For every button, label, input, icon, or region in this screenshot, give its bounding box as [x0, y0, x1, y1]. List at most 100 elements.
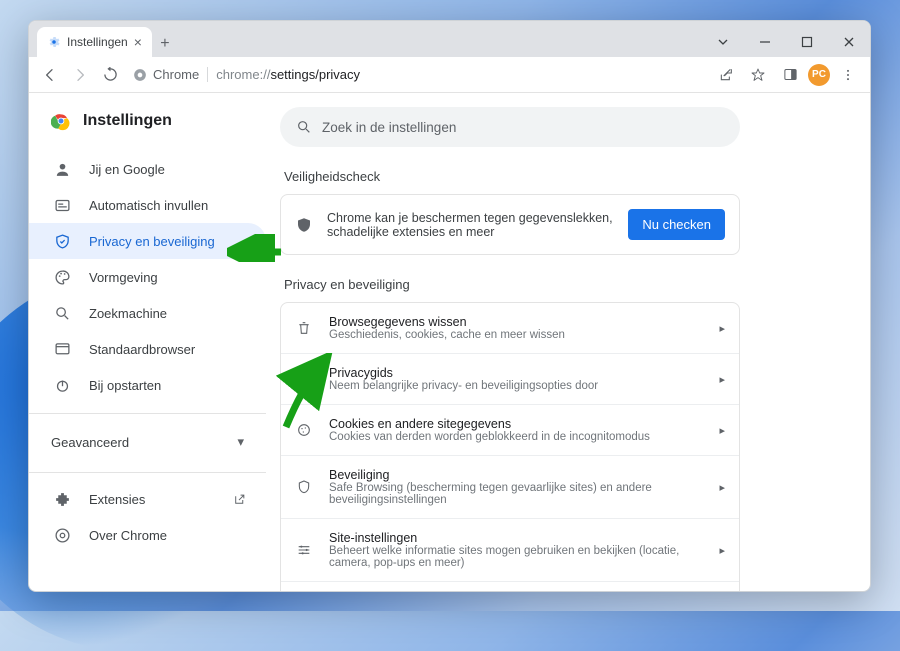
sidebar-item-label: Extensies: [89, 492, 145, 507]
sidebar-item-autofill[interactable]: Automatisch invullen: [29, 187, 266, 223]
profile-avatar[interactable]: PC: [808, 64, 830, 86]
power-icon: [53, 376, 71, 394]
sidebar-item-label: Zoekmachine: [89, 306, 167, 321]
sidebar-item-you-and-google[interactable]: Jij en Google: [29, 151, 266, 187]
settings-brand-title: Instellingen: [83, 112, 172, 130]
reload-button[interactable]: [97, 62, 123, 88]
chrome-logo-icon: [51, 111, 71, 131]
divider: [29, 472, 266, 473]
section-title-safety: Veiligheidscheck: [284, 169, 848, 184]
bookmark-icon[interactable]: [744, 61, 772, 89]
row-title: Browsegegevens wissen: [329, 315, 565, 329]
sliders-icon: [295, 541, 313, 559]
chrome-outline-icon: [53, 526, 71, 544]
side-panel-icon[interactable]: [776, 61, 804, 89]
sidebar-advanced[interactable]: Geavanceerd ▾: [29, 422, 266, 462]
chevron-down-icon: ▾: [237, 434, 244, 450]
chevron-right-icon: ▸: [719, 481, 725, 494]
close-icon[interactable]: ×: [134, 35, 142, 49]
sidebar-item-privacy[interactable]: Privacy en beveiliging: [29, 223, 266, 259]
sidebar-item-extensions[interactable]: Extensies: [29, 481, 266, 517]
cookie-icon: [295, 421, 313, 439]
privacy-card: Browsegegevens wissenGeschiedenis, cooki…: [280, 302, 740, 591]
minimize-icon[interactable]: [744, 27, 786, 57]
settings-search[interactable]: Zoek in de instellingen: [280, 107, 740, 147]
row-title: Site-instellingen: [329, 531, 703, 545]
check-now-button[interactable]: Nu checken: [628, 209, 725, 240]
palette-icon: [53, 268, 71, 286]
forward-button[interactable]: [67, 62, 93, 88]
settings-body: Instellingen Jij en Google Automatisch i…: [29, 93, 870, 591]
chevron-right-icon: ▸: [719, 424, 725, 437]
row-subtitle: Cookies van derden worden geblokkeerd in…: [329, 431, 650, 443]
autofill-icon: [53, 196, 71, 214]
settings-sidebar: Instellingen Jij en Google Automatisch i…: [29, 93, 266, 591]
person-icon: [53, 160, 71, 178]
shield-icon: [53, 232, 71, 250]
back-button[interactable]: [37, 62, 63, 88]
sidebar-item-label: Bij opstarten: [89, 378, 161, 393]
chrome-icon: [133, 68, 147, 82]
chevron-right-icon: ▸: [719, 322, 725, 335]
toolbar: Chrome chrome://settings/privacy PC: [29, 57, 870, 93]
omnibox-scheme: Chrome: [153, 67, 199, 82]
sidebar-item-label: Vormgeving: [89, 270, 158, 285]
kebab-menu-icon[interactable]: [834, 61, 862, 89]
new-tab-button[interactable]: +: [152, 31, 178, 57]
sidebar-item-search-engine[interactable]: Zoekmachine: [29, 295, 266, 331]
search-icon: [296, 119, 312, 135]
safety-check-card: Chrome kan je beschermen tegen gegevensl…: [280, 194, 740, 255]
chevron-right-icon: ▸: [719, 373, 725, 386]
row-subtitle: Beheert welke informatie sites mogen geb…: [329, 545, 703, 569]
share-icon[interactable]: [712, 61, 740, 89]
row-title: Beveiliging: [329, 468, 703, 482]
gear-icon: [47, 35, 61, 49]
maximize-icon[interactable]: [786, 27, 828, 57]
row-security[interactable]: BeveiligingSafe Browsing (bescherming te…: [281, 455, 739, 518]
row-subtitle: Neem belangrijke privacy- en beveiliging…: [329, 380, 598, 392]
row-title: Privacygids: [329, 366, 598, 380]
browser-tab[interactable]: Instellingen ×: [37, 27, 152, 57]
tab-title: Instellingen: [67, 35, 128, 49]
section-title-privacy: Privacy en beveiliging: [284, 277, 848, 292]
sidebar-advanced-label: Geavanceerd: [51, 435, 129, 450]
window-controls: [702, 27, 870, 57]
security-icon: [295, 478, 313, 496]
row-subtitle: Geschiedenis, cookies, cache en meer wis…: [329, 329, 565, 341]
sidebar-item-default-browser[interactable]: Standaardbrowser: [29, 331, 266, 367]
search-placeholder: Zoek in de instellingen: [322, 120, 456, 135]
row-clear-browsing-data[interactable]: Browsegegevens wissenGeschiedenis, cooki…: [281, 303, 739, 353]
divider: [29, 413, 266, 414]
row-subtitle: Safe Browsing (bescherming tegen gevaarl…: [329, 482, 703, 506]
compass-icon: [295, 370, 313, 388]
tab-strip: Instellingen × +: [29, 21, 870, 57]
sidebar-item-about-chrome[interactable]: Over Chrome: [29, 517, 266, 553]
sidebar-item-on-startup[interactable]: Bij opstarten: [29, 367, 266, 403]
safety-check-text: Chrome kan je beschermen tegen gegevensl…: [327, 211, 614, 239]
settings-main: Zoek in de instellingen Veiligheidscheck…: [266, 93, 870, 591]
sidebar-item-label: Standaardbrowser: [89, 342, 195, 357]
row-privacy-sandbox[interactable]: Privacy SandboxProeffuncties staan aan: [281, 581, 739, 591]
sidebar-item-appearance[interactable]: Vormgeving: [29, 259, 266, 295]
row-site-settings[interactable]: Site-instellingenBeheert welke informati…: [281, 518, 739, 581]
browser-window: Instellingen × + Chrome chrome://setting…: [28, 20, 871, 592]
shield-icon: [295, 216, 313, 234]
row-cookies[interactable]: Cookies en andere sitegegevensCookies va…: [281, 404, 739, 455]
search-icon: [53, 304, 71, 322]
window-caret-icon[interactable]: [702, 27, 744, 57]
omnibox[interactable]: Chrome chrome://settings/privacy: [127, 67, 360, 82]
extension-icon: [53, 490, 71, 508]
button-label: Nu checken: [642, 217, 711, 232]
sidebar-item-label: Over Chrome: [89, 528, 167, 543]
sidebar-item-label: Automatisch invullen: [89, 198, 208, 213]
close-window-icon[interactable]: [828, 27, 870, 57]
row-title: Cookies en andere sitegegevens: [329, 417, 650, 431]
avatar-initials: PC: [812, 69, 826, 80]
browser-icon: [53, 340, 71, 358]
sidebar-item-label: Jij en Google: [89, 162, 165, 177]
chevron-right-icon: ▸: [719, 544, 725, 557]
row-privacy-guide[interactable]: PrivacygidsNeem belangrijke privacy- en …: [281, 353, 739, 404]
external-link-icon: [233, 493, 246, 506]
sidebar-item-label: Privacy en beveiliging: [89, 234, 215, 249]
trash-icon: [295, 319, 313, 337]
